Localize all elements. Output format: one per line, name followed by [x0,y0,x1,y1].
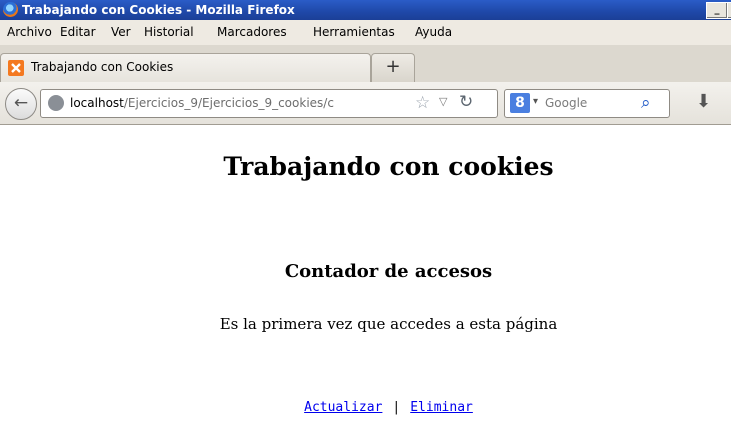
link-separator: | [392,400,401,415]
menu-archivo[interactable]: Archivo [7,25,52,39]
menu-historial[interactable]: Historial [144,25,194,39]
menu-editar[interactable]: Editar [60,25,96,39]
new-tab-button[interactable]: + [371,53,415,82]
url-path: /Ejercicios_9/Ejercicios_9_cookies/c [123,96,334,110]
page-title: Trabajando con cookies [223,152,554,181]
menu-bar: Archivo Editar Ver Historial Marcadores … [0,20,731,45]
chevron-down-icon[interactable]: ▽ [439,95,447,108]
action-links: Actualizar | Eliminar [0,400,731,415]
search-placeholder: Google [545,96,588,110]
window-titlebar: Trabajando con Cookies - Mozilla Firefox… [0,0,731,20]
url-text: localhost/Ejercicios_9/Ejercicios_9_cook… [70,96,405,110]
page-content: Trabajando con cookies Contador de acces… [0,125,731,444]
menu-marcadores[interactable]: Marcadores [217,25,287,39]
delete-link[interactable]: Eliminar [410,400,473,415]
update-link[interactable]: Actualizar [304,400,382,415]
menu-ver[interactable]: Ver [111,25,131,39]
globe-icon [48,95,64,111]
search-icon[interactable]: ⌕ [641,93,651,113]
engine-dropdown-icon[interactable]: ▾ [533,96,538,107]
url-bar[interactable]: localhost/Ejercicios_9/Ejercicios_9_cook… [40,89,498,118]
xampp-icon [8,60,24,76]
arrow-left-icon: ← [13,93,29,113]
url-host: localhost [70,96,124,110]
minimize-button[interactable]: _ [706,2,728,19]
tab-label: Trabajando con Cookies [31,60,174,74]
search-bar[interactable]: 8 ▾ Google ⌕ [504,89,670,118]
bookmark-star-icon[interactable]: ☆ [415,93,430,113]
reload-icon[interactable]: ↻ [459,92,473,112]
navigation-bar: ← localhost/Ejercicios_9/Ejercicios_9_co… [0,82,731,125]
google-icon[interactable]: 8 [510,93,530,113]
back-button[interactable]: ← [5,88,37,120]
section-title: Contador de accesos [284,261,493,282]
download-icon[interactable]: ⬇ [696,91,711,112]
tab-strip: Trabajando con Cookies + [0,45,731,83]
menu-herramientas[interactable]: Herramientas [313,25,395,39]
firefox-icon [3,2,18,17]
maximize-button[interactable] [727,2,731,19]
window-title: Trabajando con Cookies - Mozilla Firefox [22,3,295,17]
access-message: Es la primera vez que accedes a esta pág… [219,315,558,333]
tab-trabajando-con-cookies[interactable]: Trabajando con Cookies [0,53,371,83]
menu-ayuda[interactable]: Ayuda [415,25,452,39]
